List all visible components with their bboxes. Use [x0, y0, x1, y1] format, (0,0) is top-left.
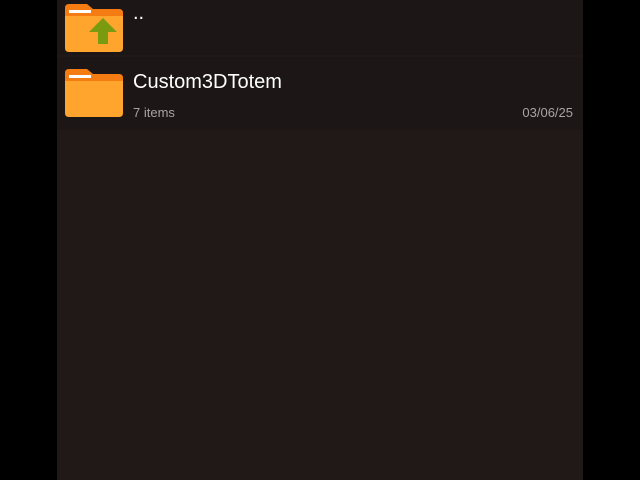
folder-row-custom3dtotem[interactable]: Custom3DTotem 7 items 03/06/25	[57, 57, 583, 130]
folder-icon	[65, 69, 123, 117]
folder-up-icon	[65, 4, 123, 52]
folder-item-count: 7 items	[133, 105, 175, 120]
parent-directory-row[interactable]: ..	[57, 0, 583, 55]
parent-directory-label: ..	[133, 2, 145, 24]
file-browser-screen: .. Custom3DTotem 7 items 03/06/25	[57, 0, 583, 480]
folder-modified-date: 03/06/25	[522, 105, 573, 120]
folder-name: Custom3DTotem	[133, 71, 282, 93]
